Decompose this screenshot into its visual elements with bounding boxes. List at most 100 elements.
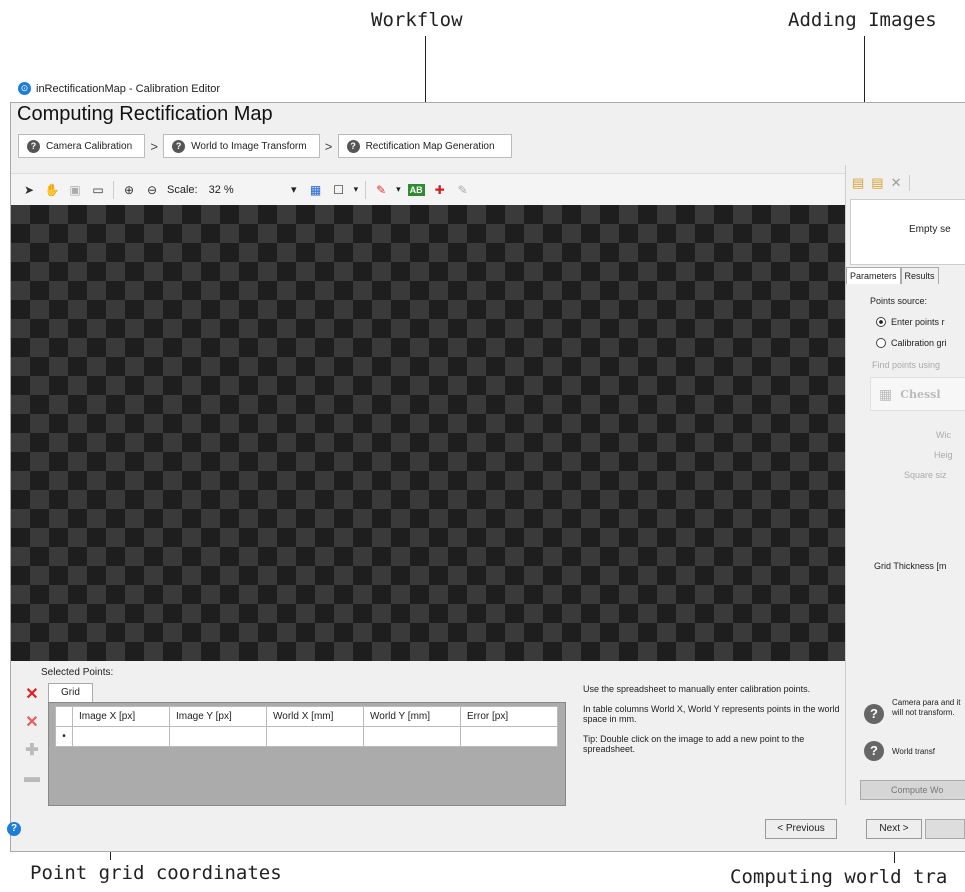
find-points-label: Find points using [872,360,941,370]
add-image-icon[interactable]: ▤ [852,175,864,191]
table-cell[interactable] [460,726,558,747]
table-header-row: Image X [px] Image Y [px] World X [mm] W… [55,706,558,727]
workflow-callout-line [425,36,426,112]
column-header[interactable]: Image X [px] [72,706,170,727]
add-images-icon[interactable]: ▤ [871,175,883,191]
table-cell[interactable] [169,726,267,747]
instruction-text: Tip: Double click on the image to add a … [583,734,805,754]
column-header[interactable]: World Y [mm] [363,706,461,727]
computing-world-callout: Computing world tra [730,866,948,888]
add-point-icon[interactable]: ✚ [432,182,448,198]
scale-value: 32 % [208,183,234,196]
selected-points-panel: Selected Points: ✕ ✕ ✚ ▬ Grid Image X [p… [7,661,845,849]
radio-icon [876,338,886,348]
help-icon: ? [346,139,360,153]
window-title: inRectificationMap - Calibration Editor [36,82,221,95]
tab-parameters[interactable]: Parameters [846,267,901,284]
panel-tabs: Parameters Results [846,267,939,284]
window-title-row: ⊙ inRectificationMap - Calibration Edito… [18,82,220,95]
close-icon[interactable]: ✕ [891,175,902,191]
zoom-out-icon[interactable]: ⊖ [144,182,160,198]
info-text: Camera para and it will not transform. [892,698,961,717]
radio-enter-points[interactable]: Enter points r [876,317,945,327]
image-toolbar: ▤ ▤ ✕ [852,175,910,191]
scale-select[interactable]: 32 % ▾ [204,180,301,199]
workflow-callout: Workflow [371,9,463,31]
right-panel: ▤ ▤ ✕ Empty se Parameters Results Points… [845,165,965,805]
step-rectification-map-generation[interactable]: ? Rectification Map Generation [337,134,512,158]
help-icon: ? [864,704,884,724]
delete-icon[interactable]: ✕ [23,685,41,703]
row-header-cell [55,706,73,727]
radio-label: Calibration gri [891,338,947,348]
draw-tool-icon[interactable]: ✎ [373,182,389,198]
instructions: Use the spreadsheet to manually enter ca… [583,684,843,754]
tab-results[interactable]: Results [900,267,939,284]
help-icon: ? [27,139,40,153]
instruction-text: Use the spreadsheet to manually enter ca… [583,684,811,694]
image-viewer[interactable] [11,205,845,661]
ruler-icon[interactable]: ▭ [90,182,106,198]
scale-label: Scale: [167,183,198,196]
selected-points-label: Selected Points: [41,667,114,678]
radio-selected-icon [876,317,886,327]
chessboard-button[interactable]: ▦ Chessl [870,377,965,411]
step-camera-calibration[interactable]: ? Camera Calibration [18,134,146,158]
table-cell[interactable] [363,726,461,747]
square-size-label: Square siz [904,470,947,480]
labels-toggle-button[interactable]: AB [407,183,425,196]
column-header[interactable]: Error [px] [460,706,558,727]
table-row[interactable]: • [55,726,558,747]
remove-icon[interactable]: ▬ [23,769,41,787]
edit-point-icon[interactable]: ✎ [455,182,471,198]
step-world-to-image-transform[interactable]: ? World to Image Transform [163,134,320,158]
toolbar-separator [908,175,910,191]
toolbar-separator [365,180,367,199]
side-buttons: ✕ ✕ ✚ ▬ [23,685,41,787]
zoom-in-icon[interactable]: ⊕ [121,182,137,198]
workflow-steps: ? Camera Calibration > ? World to Image … [18,133,512,159]
points-spreadsheet[interactable]: Image X [px] Image Y [px] World X [mm] W… [55,706,558,747]
compute-world-button[interactable]: Compute Wo [860,780,965,800]
spreadsheet-area: Image X [px] Image Y [px] World X [mm] W… [48,702,566,806]
add-icon[interactable]: ✚ [23,741,41,759]
chevron-right-icon: > [150,138,158,154]
help-icon[interactable]: ? [7,822,21,836]
height-label: Heig [934,450,953,460]
chessboard-label: Chessl [900,387,941,401]
adding-images-callout: Adding Images [788,9,937,31]
table-cell[interactable] [72,726,170,747]
step-label: World to Image Transform [191,140,307,152]
finish-button[interactable] [925,819,965,839]
frame-icon[interactable]: ☐ [331,182,347,198]
grid-tab[interactable]: Grid [48,683,93,702]
points-source-label: Points source: [870,296,928,306]
step-label: Rectification Map Generation [365,140,495,152]
toolbar-separator [113,180,114,199]
width-label: Wic [936,430,951,440]
image-list[interactable]: Empty se [850,199,965,265]
chevron-down-icon: ▾ [291,184,297,196]
radio-label: Enter points r [891,317,945,327]
column-header[interactable]: World X [mm] [266,706,364,727]
parameters-panel: Points source: Enter points r Calibratio… [846,284,965,805]
fit-icon[interactable]: ▣ [67,182,83,198]
hand-icon[interactable]: ✋ [44,182,60,198]
delete-all-icon[interactable]: ✕ [23,713,41,731]
table-cell[interactable] [266,726,364,747]
next-button[interactable]: Next > [866,819,922,839]
viewer-toolbar: ➤ ✋ ▣ ▭ ⊕ ⊖ Scale: 32 % ▾ ▦ ☐ ▾ ✎ ▾ AB ✚… [11,173,845,205]
empty-list-text: Empty se [909,224,951,235]
help-icon: ? [172,139,186,153]
row-marker: • [55,726,73,747]
previous-button[interactable]: < Previous [765,819,837,839]
radio-calibration-grid[interactable]: Calibration gri [876,338,947,348]
point-grid-callout: Point grid coordinates [30,862,282,884]
page-title: Computing Rectification Map [17,103,273,125]
app-icon: ⊙ [18,82,31,95]
info-text: World transf [892,747,935,756]
column-header[interactable]: Image Y [px] [169,706,267,727]
pointer-icon[interactable]: ➤ [21,182,37,198]
grid-view-icon[interactable]: ▦ [308,182,324,198]
grid-thickness-label: Grid Thickness [m [874,561,947,571]
